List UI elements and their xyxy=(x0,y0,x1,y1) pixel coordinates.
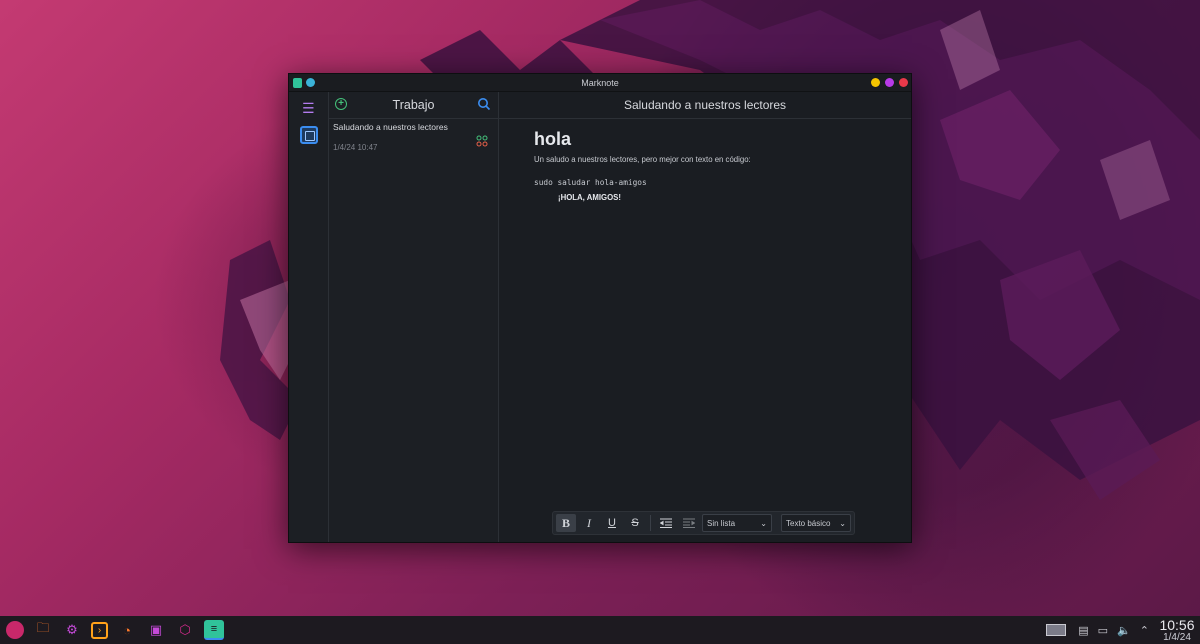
chevron-up-icon[interactable]: ⌃ xyxy=(1140,624,1149,637)
store-icon[interactable]: ▣ xyxy=(146,620,166,640)
marknote-window: Marknote ☰ + Trabajo Saludando a nuestro… xyxy=(288,73,912,543)
content-bold-text[interactable]: ¡HOLA, AMIGOS! xyxy=(558,193,751,202)
toolbar-divider xyxy=(650,515,651,531)
system-tray: ▤ ▭ 🔈 ⌃ 10:56 1/4/24 xyxy=(1046,616,1200,644)
bold-button[interactable]: B xyxy=(556,514,576,532)
format-toolbar: B I U S Sin lista ⌄ Texto básico ⌄ xyxy=(552,511,855,535)
notebook-title: Trabajo xyxy=(392,98,435,112)
minimize-button[interactable] xyxy=(871,78,880,87)
list-type-value: Sin lista xyxy=(707,518,736,528)
clipboard-icon[interactable]: ▤ xyxy=(1078,624,1088,637)
notes-panel: + Trabajo Saludando a nuestros lectores … xyxy=(329,92,499,542)
underline-button[interactable]: U xyxy=(602,514,622,532)
volume-icon[interactable]: 🔈 xyxy=(1117,624,1131,637)
italic-button[interactable]: I xyxy=(579,514,599,532)
strikethrough-button[interactable]: S xyxy=(625,514,645,532)
clock-time: 10:56 xyxy=(1159,616,1195,633)
plus-circle-icon[interactable]: + xyxy=(335,98,347,110)
note-heading-title: Saludando a nuestros lectores xyxy=(623,98,787,112)
marknote-app-icon xyxy=(293,78,302,88)
clock-date: 1/4/24 xyxy=(1163,631,1191,643)
close-button[interactable] xyxy=(899,78,908,87)
taskbar: 🗀 ⚙ › ◔ ▣ ⬡ ≡ ▤ ▭ 🔈 ⌃ 10:56 1/4/24 xyxy=(0,616,1200,644)
app-launcher-icon[interactable] xyxy=(6,621,24,639)
content-paragraph[interactable]: Un saludo a nuestros lectores, pero mejo… xyxy=(534,155,751,164)
firefox-icon[interactable]: ◔ xyxy=(117,620,137,640)
text-style-value: Texto básico xyxy=(786,518,831,528)
notebook-rail: ☰ xyxy=(289,92,329,542)
note-title: Saludando a nuestros lectores xyxy=(333,122,448,132)
note-date: 1/4/24 10:47 xyxy=(333,143,378,152)
app-icon[interactable]: ⬡ xyxy=(175,620,195,640)
list-item[interactable]: Saludando a nuestros lectores 1/4/24 10:… xyxy=(329,122,498,156)
editor-panel: Saludando a nuestros lectores hola Un sa… xyxy=(499,92,911,542)
content-heading[interactable]: hola xyxy=(534,129,751,150)
content-code[interactable]: sudo saludar hola-amigos xyxy=(534,178,751,187)
window-title: Marknote xyxy=(581,77,619,88)
indent-decrease-icon[interactable] xyxy=(656,514,676,532)
chevron-down-icon: ⌄ xyxy=(839,518,846,528)
settings-icon[interactable]: ⚙ xyxy=(62,620,82,640)
file-manager-icon[interactable]: 🗀 xyxy=(33,620,53,640)
window-titlebar[interactable]: Marknote xyxy=(289,74,911,92)
terminal-icon[interactable]: › xyxy=(91,621,108,639)
search-icon[interactable] xyxy=(477,97,491,111)
hamburger-icon[interactable]: ☰ xyxy=(302,100,315,117)
editor-content[interactable]: hola Un saludo a nuestros lectores, pero… xyxy=(534,129,751,202)
text-style-select[interactable]: Texto básico ⌄ xyxy=(781,514,851,532)
pin-icon[interactable] xyxy=(306,78,315,87)
display-icon[interactable]: ▭ xyxy=(1098,624,1108,637)
maximize-button[interactable] xyxy=(885,78,894,87)
note-options-icon[interactable] xyxy=(476,135,488,147)
chevron-down-icon: ⌄ xyxy=(760,518,767,528)
pager-icon[interactable] xyxy=(1046,624,1067,636)
indent-increase-icon[interactable] xyxy=(679,514,699,532)
list-type-select[interactable]: Sin lista ⌄ xyxy=(702,514,772,532)
marknote-icon[interactable]: ≡ xyxy=(204,620,224,640)
notebook-icon[interactable] xyxy=(300,126,318,144)
editor-header: Saludando a nuestros lectores xyxy=(499,92,911,119)
notes-header: + Trabajo xyxy=(329,92,498,119)
clock[interactable]: 10:56 1/4/24 xyxy=(1158,618,1196,643)
